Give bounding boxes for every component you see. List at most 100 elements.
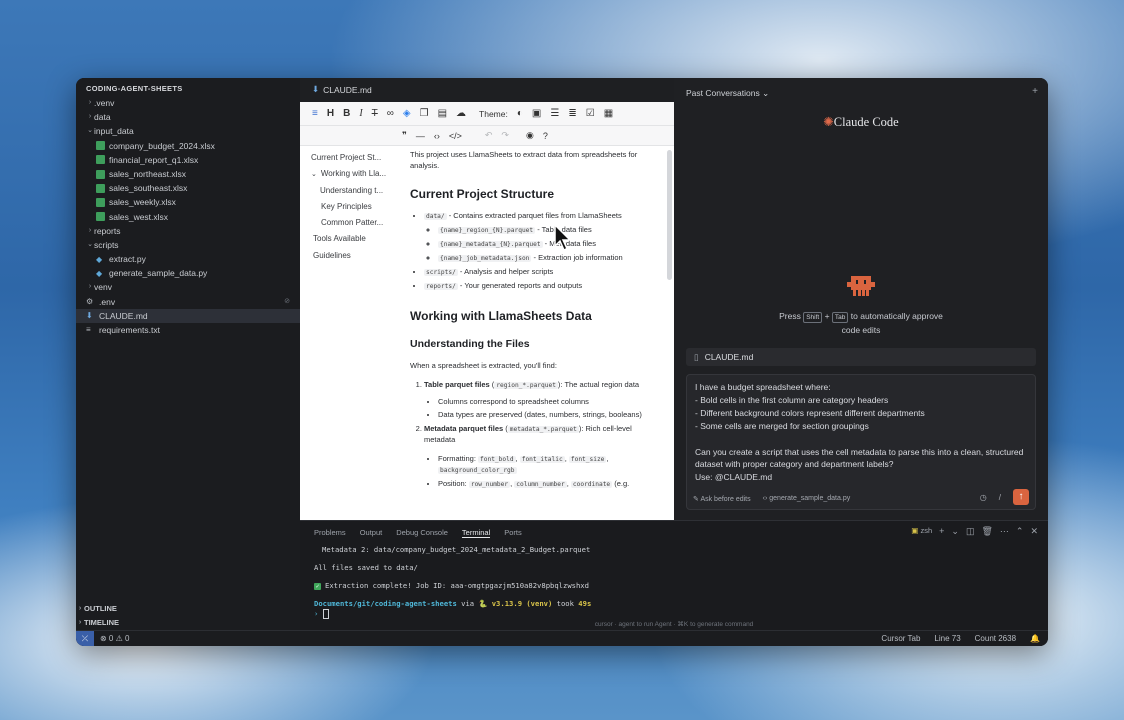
toc-item[interactable]: Key Principles: [311, 199, 411, 215]
quote-icon[interactable]: ❞: [402, 130, 407, 141]
python-file-icon: ◆: [96, 254, 103, 264]
undo-icon[interactable]: ↶: [485, 130, 493, 141]
heading-project-structure: Current Project Structure: [410, 186, 555, 201]
tree-item[interactable]: financial_report_q1.xlsx: [76, 153, 300, 167]
new-terminal-icon[interactable]: +: [939, 526, 944, 537]
tree-item[interactable]: ◆ extract.py: [76, 252, 300, 266]
tree-item[interactable]: › reports: [76, 224, 300, 238]
code-icon: ‹›: [762, 495, 768, 502]
tree-item[interactable]: ≡ requirements.txt: [76, 323, 300, 337]
toc-item[interactable]: Common Patter...: [311, 215, 411, 231]
tree-item-label: .venv: [94, 98, 115, 108]
tree-item[interactable]: company_budget_2024.xlsx: [76, 139, 300, 153]
trash-icon[interactable]: 🗑: [981, 526, 992, 537]
heading-icon[interactable]: H: [327, 108, 334, 119]
prompt-input[interactable]: I have a budget spreadsheet where: - Bol…: [686, 374, 1036, 510]
help-icon[interactable]: ?: [543, 131, 548, 141]
tab-terminal[interactable]: Terminal: [461, 528, 491, 538]
numbered-list-icon[interactable]: ≣: [568, 108, 576, 119]
structure-list: data/ - Contains extracted parquet files…: [410, 211, 660, 292]
toc-item[interactable]: Tools Available: [311, 231, 411, 247]
tab-ports[interactable]: Ports: [504, 528, 522, 538]
explorer-sidebar: CODING-AGENT-SHEETS › .venv › data ⌄ input_da…: [76, 78, 300, 630]
toc-item[interactable]: Current Project St...: [311, 150, 411, 166]
toc-item[interactable]: ⌄ Working with Lla...: [311, 166, 411, 182]
chevron-down-icon[interactable]: ⌄: [951, 526, 959, 537]
context-file-chip[interactable]: ‹› generate_sample_data.py: [763, 495, 851, 503]
tree-item-label: sales_weekly.xlsx: [109, 197, 176, 208]
ask-before-edits-toggle[interactable]: ✎ Ask before edits: [693, 495, 751, 503]
cursor-tab-status[interactable]: Cursor Tab: [881, 634, 920, 643]
inline-code-icon[interactable]: ‹›: [434, 131, 440, 141]
tree-item-label: sales_northeast.xlsx: [109, 168, 187, 179]
count-status[interactable]: Count 2638: [975, 634, 1016, 643]
problems-count[interactable]: ⊗ 0 ⚠ 0: [100, 634, 129, 643]
terminal-input[interactable]: ›: [314, 609, 329, 619]
attached-file-chip[interactable]: ▯ CLAUDE.md: [686, 348, 1036, 366]
spreadsheet-icon: [96, 155, 105, 165]
send-button[interactable]: ↑: [1013, 489, 1029, 505]
files-list: Table parquet files (region_*.parquet): …: [410, 380, 660, 491]
redo-icon[interactable]: ↷: [501, 130, 509, 141]
document-content[interactable]: This project uses LlamaSheets to extract…: [410, 150, 660, 493]
tree-item[interactable]: ◆ generate_sample_data.py: [76, 266, 300, 280]
tree-item-label: reports: [94, 225, 121, 236]
more-icon[interactable]: ⋯: [1000, 526, 1009, 537]
tree-item[interactable]: ⌄ input_data: [76, 124, 300, 138]
gear-icon: ⚙: [86, 296, 94, 306]
tree-item[interactable]: sales_southeast.xlsx: [76, 181, 300, 195]
tree-item[interactable]: › data: [76, 110, 300, 124]
chevron-down-icon: ⌄: [311, 171, 317, 179]
align-icon[interactable]: ≡: [312, 108, 318, 119]
tree-item[interactable]: ⚙ .env ⊘: [76, 295, 300, 309]
copy-icon[interactable]: ❐: [420, 108, 429, 119]
split-terminal-icon[interactable]: ◫: [966, 526, 975, 537]
cloud-icon[interactable]: ☁: [456, 108, 466, 119]
doc-icon[interactable]: ▣: [532, 108, 541, 119]
bullet-list-icon[interactable]: ☰: [550, 108, 559, 119]
theme-icon[interactable]: ◐: [517, 108, 523, 119]
tree-item[interactable]: sales_northeast.xlsx: [76, 167, 300, 181]
remote-icon[interactable]: ⤫: [76, 631, 94, 646]
tree-item[interactable]: ⬇ CLAUDE.md: [76, 308, 300, 323]
table-icon[interactable]: ▦: [604, 108, 613, 119]
tree-item[interactable]: sales_weekly.xlsx: [76, 195, 300, 209]
strikethrough-icon[interactable]: T: [372, 108, 378, 119]
toc-item[interactable]: Understanding t...: [311, 183, 411, 199]
maximize-icon[interactable]: ⌃: [1016, 526, 1024, 537]
tree-item-label: venv: [94, 282, 112, 293]
claude-code-logo: ✺Claude Code: [823, 115, 899, 129]
tab-claude-md[interactable]: ⬇ CLAUDE.md: [312, 84, 372, 95]
toc-item[interactable]: Guidelines: [311, 248, 411, 264]
code-block-icon[interactable]: </>: [449, 131, 462, 141]
vscode-icon[interactable]: ◈: [403, 108, 411, 119]
shell-selector[interactable]: ▣ zsh: [911, 526, 932, 537]
spreadsheet-icon: [96, 169, 105, 179]
preview-icon[interactable]: ◉: [526, 130, 534, 141]
tab-debug-console[interactable]: Debug Console: [396, 528, 448, 538]
italic-icon[interactable]: I: [359, 108, 362, 119]
history-icon[interactable]: ◷: [980, 493, 987, 502]
editor-scrollbar[interactable]: [667, 150, 672, 280]
slash-command-icon[interactable]: /: [999, 493, 1001, 502]
tree-item[interactable]: ⌄ scripts: [76, 238, 300, 252]
new-conversation-icon[interactable]: +: [1032, 86, 1038, 97]
checkbox-icon[interactable]: ☑: [586, 108, 595, 119]
close-icon[interactable]: ✕: [1030, 526, 1038, 537]
past-conversations-button[interactable]: Past Conversations ⌄: [686, 88, 769, 99]
tree-item[interactable]: › venv: [76, 280, 300, 294]
tab-output[interactable]: Output: [360, 528, 383, 538]
tree-item[interactable]: › .venv: [76, 96, 300, 110]
paste-icon[interactable]: ▤: [438, 108, 447, 119]
outline-section[interactable]: › OUTLINE: [76, 602, 300, 616]
bold-icon[interactable]: B: [343, 108, 350, 119]
tree-item[interactable]: sales_west.xlsx: [76, 210, 300, 224]
link-icon[interactable]: ∞: [387, 108, 394, 119]
tab-problems[interactable]: Problems: [314, 528, 346, 538]
timeline-section[interactable]: › TIMELINE: [76, 616, 300, 630]
bell-icon[interactable]: 🔔: [1030, 634, 1040, 643]
horizontal-rule-icon[interactable]: —: [416, 131, 425, 141]
ignored-icon: ⊘: [284, 297, 290, 305]
line-status[interactable]: Line 73: [934, 634, 960, 643]
mouse-cursor-icon: [554, 224, 572, 252]
